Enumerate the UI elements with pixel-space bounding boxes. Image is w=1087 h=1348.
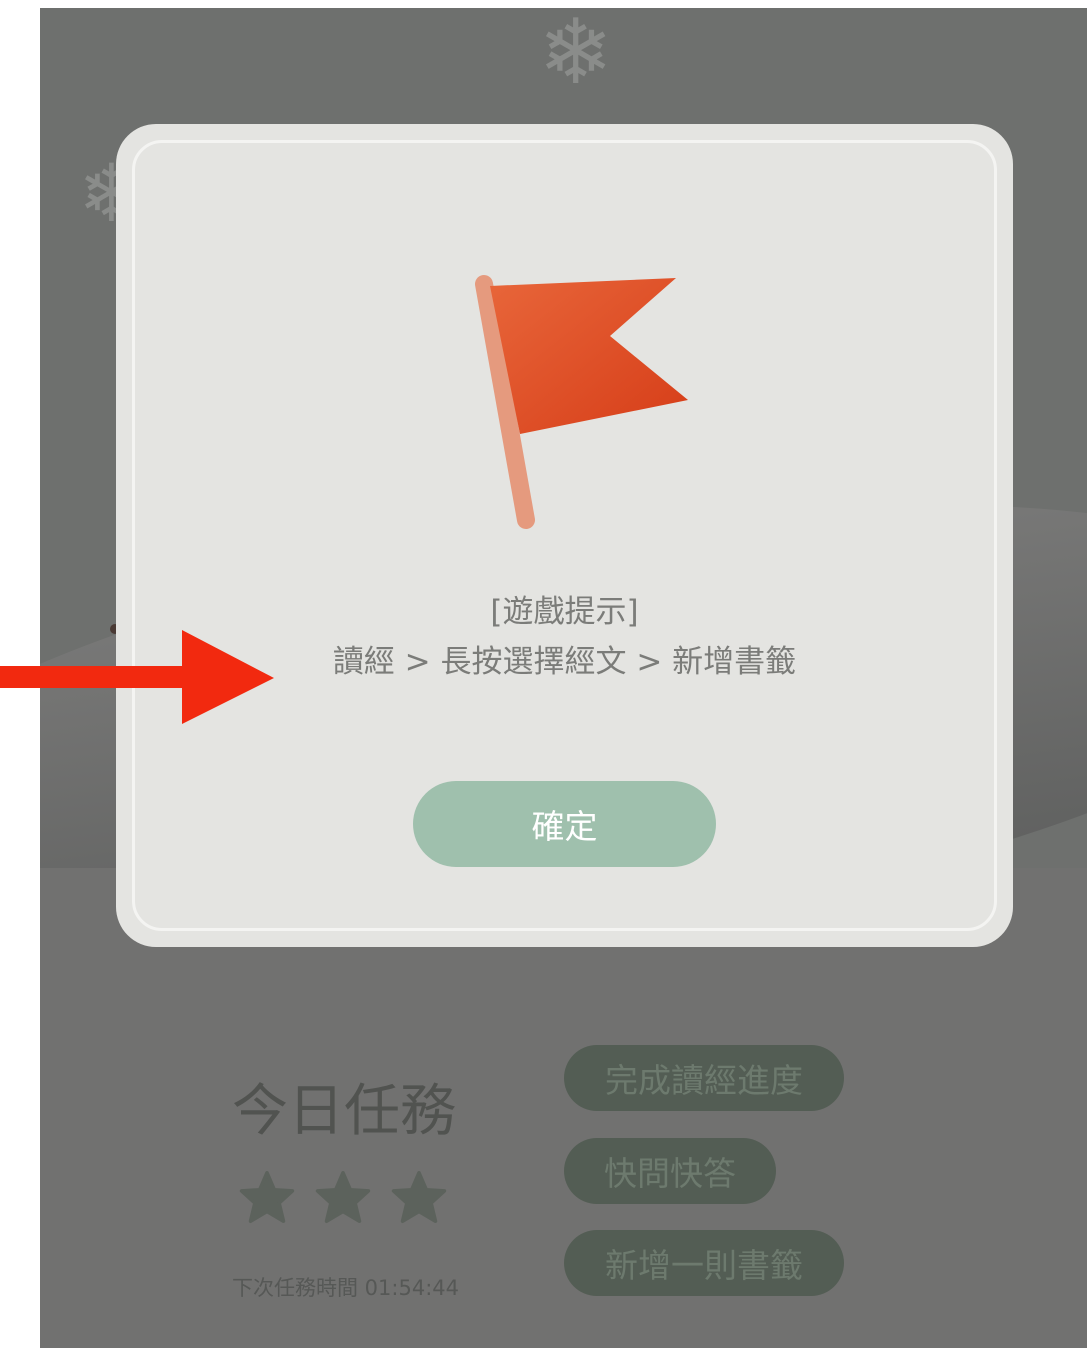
- flag-icon: [475, 275, 688, 529]
- hint-title: [遊戲提示]: [490, 594, 639, 630]
- task-button-read-progress[interactable]: 完成讀經進度: [564, 1045, 844, 1111]
- snowflake-icon: ❄: [538, 8, 614, 105]
- star-icon: [315, 1171, 371, 1223]
- task-button-quick-quiz[interactable]: 快問快答: [564, 1138, 776, 1204]
- star-icon: [239, 1171, 295, 1223]
- confirm-button[interactable]: 確定: [413, 781, 716, 867]
- task-stars: [238, 1168, 448, 1226]
- next-task-time: 下次任務時間 01:54:44: [232, 1276, 459, 1300]
- arrow-right-icon: [0, 630, 274, 724]
- task-button-add-bookmark[interactable]: 新增一則書籤: [564, 1230, 844, 1296]
- star-icon: [391, 1171, 447, 1223]
- task-section-title: 今日任務: [232, 1079, 456, 1144]
